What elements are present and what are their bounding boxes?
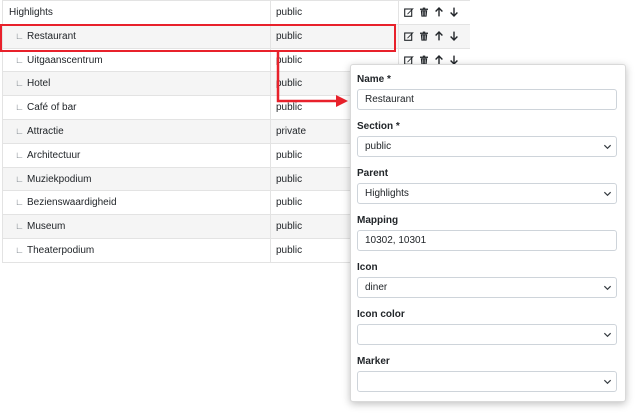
table-row: Highlights public [2, 1, 470, 25]
arrow-up-icon[interactable] [434, 31, 444, 41]
arrow-down-icon[interactable] [449, 7, 459, 18]
category-name: Café of bar [27, 102, 77, 114]
category-name: Hotel [27, 78, 51, 90]
category-name: Muziekpodium [27, 173, 92, 185]
child-indent-icon: ∟ [15, 221, 24, 232]
icon-label: Icon [357, 262, 378, 273]
icon-select[interactable]: diner [357, 277, 617, 298]
category-name: Attractie [27, 125, 64, 137]
category-name-cell: ∟ Uitgaanscentrum [3, 48, 271, 72]
arrow-up-icon[interactable] [434, 7, 444, 17]
section-select-value: public [365, 141, 392, 152]
arrow-down-icon[interactable] [449, 31, 459, 42]
category-name-cell: ∟ Theaterpodium [3, 238, 271, 262]
category-name-cell: ∟ Café of bar [3, 96, 271, 119]
category-name: Theaterpodium [27, 244, 95, 256]
child-indent-icon: ∟ [15, 54, 24, 65]
category-name-cell: ∟ Hotel [3, 72, 271, 96]
category-name: Restaurant [27, 30, 76, 42]
edit-icon[interactable] [404, 31, 414, 42]
category-name-cell: ∟ Muziekpodium [3, 167, 271, 191]
category-name-cell: ∟ Architectuur [3, 143, 271, 167]
icon-color-label: Icon color [357, 309, 405, 320]
parent-label: Parent [357, 168, 389, 179]
category-name-cell: ∟ Bezienswaardigheid [3, 191, 271, 215]
parent-select-value: Highlights [365, 188, 409, 199]
category-name: Museum [27, 221, 66, 233]
marker-select[interactable] [357, 371, 617, 392]
row-actions [399, 25, 471, 48]
section-cell: public [271, 1, 399, 24]
edit-category-panel: Name * Restaurant Section * public Paren… [350, 64, 626, 402]
icon-select-value: diner [365, 282, 388, 293]
child-indent-icon: ∟ [15, 197, 24, 208]
icon-color-select[interactable] [357, 324, 617, 345]
edit-icon[interactable] [404, 7, 414, 18]
mapping-input[interactable]: 10302, 10301 [357, 230, 617, 251]
category-name: Uitgaanscentrum [27, 54, 103, 66]
parent-select[interactable]: Highlights [357, 183, 617, 204]
category-name-cell: ∟ Museum [3, 215, 271, 238]
category-name: Bezienswaardigheid [27, 197, 117, 209]
table-row: ∟ Restaurant public [2, 24, 471, 49]
category-name-cell: Highlights [3, 1, 271, 24]
chevron-down-icon [603, 283, 612, 292]
child-indent-icon: ∟ [15, 125, 24, 136]
chevron-down-icon [603, 189, 612, 198]
section-select[interactable]: public [357, 136, 617, 157]
child-indent-icon: ∟ [15, 149, 24, 160]
section-cell: public [271, 24, 399, 48]
name-label: Name * [357, 74, 391, 85]
category-name: Architectuur [27, 149, 81, 161]
trash-icon[interactable] [419, 7, 429, 17]
row-actions [399, 1, 471, 24]
category-name: Highlights [9, 7, 53, 18]
category-name-cell: ∟ Restaurant [3, 24, 271, 48]
chevron-down-icon [603, 330, 612, 339]
trash-icon[interactable] [419, 31, 429, 41]
child-indent-icon: ∟ [15, 78, 24, 89]
name-input[interactable]: Restaurant [357, 89, 617, 110]
child-indent-icon: ∟ [15, 102, 24, 113]
child-indent-icon: ∟ [15, 30, 24, 41]
category-name-cell: ∟ Attractie [3, 119, 271, 143]
child-indent-icon: ∟ [15, 173, 24, 184]
mapping-label: Mapping [357, 215, 399, 226]
marker-label: Marker [357, 356, 390, 367]
chevron-down-icon [603, 142, 612, 151]
child-indent-icon: ∟ [15, 244, 24, 255]
chevron-down-icon [603, 377, 612, 386]
section-label: Section * [357, 121, 400, 132]
